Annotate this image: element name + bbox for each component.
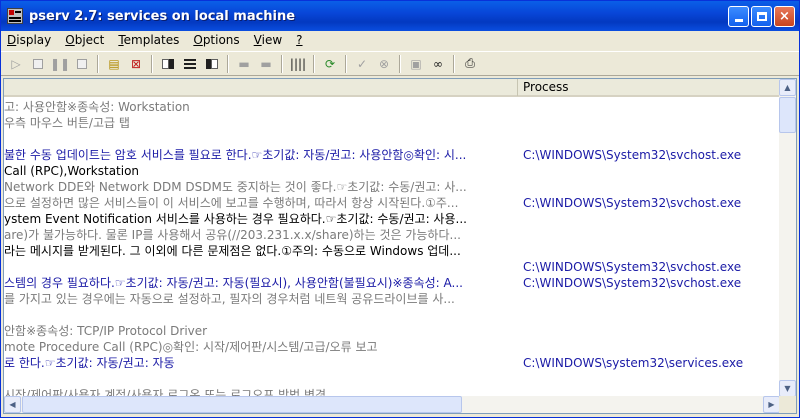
table-row[interactable]: C:\WINDOWS\System32\svchost.exe [4,259,780,275]
chevron-left-icon: ◀ [9,400,16,409]
row-process: C:\WINDOWS\System32\svchost.exe [523,276,742,290]
scroll-up-button[interactable]: ▲ [779,79,796,96]
column-header-process[interactable]: Process [518,79,780,96]
close-button[interactable]: × [774,6,795,27]
table-row[interactable]: 로 한다.☞초기값: 자동/권고: 자동 C:\WINDOWS\system32\… [4,355,780,371]
menu-object[interactable]: Object [65,33,104,47]
row-description: 안함※종속성: TCP/IP Protocol Driver [4,324,208,338]
maximize-icon [756,12,767,21]
menu-templates[interactable]: Templates [118,33,179,47]
minimize-button[interactable] [728,6,749,27]
split-left-icon[interactable] [157,53,179,75]
table-row[interactable]: 우측 마우스 버튼/고급 탭 [4,115,780,131]
menu-bar: Display Object Templates Options View ? [1,31,799,49]
menu-options[interactable]: Options [193,33,239,47]
app-icon[interactable] [7,8,23,24]
properties-new-icon[interactable]: ▤ [103,53,125,75]
row-process: C:\WINDOWS\System32\svchost.exe [523,196,742,210]
table-row[interactable]: 고: 사용안함※종속성: Workstation [4,99,780,115]
refresh-icon[interactable]: ⟳ [319,53,341,75]
row-description: 로 한다.☞초기값: 자동/권고: 자동 [4,356,175,370]
services-list[interactable]: Process 고: 사용안함※종속성: Workstation 우측 마우스 … [3,78,797,414]
row-process: C:\WINDOWS\System32\svchost.exe [523,148,742,162]
pause-box-icon[interactable] [27,53,49,75]
bars-fill-icon[interactable] [201,53,223,75]
printer-icon[interactable]: ⎙ [459,53,481,75]
window-title: pserv 2.7: services on local machine [29,8,296,24]
table-row[interactable]: Call (RPC),Workstation [4,163,780,179]
row-description: ystem Event Notification 서비스를 사용하는 경우 필요… [4,212,467,226]
row-process: C:\WINDOWS\System32\svchost.exe [523,260,742,274]
menu-help[interactable]: ? [296,33,302,47]
maximize-button[interactable] [751,6,772,27]
row-description: 고: 사용안함※종속성: Workstation [4,100,190,114]
menu-display[interactable]: Display [7,33,51,47]
chevron-up-icon: ▲ [784,83,791,92]
table-row[interactable]: are)가 불가능하다. 물론 IP를 사용해서 공유(//203.231.x.… [4,227,780,243]
scroll-left-button[interactable]: ◀ [4,396,21,413]
row-description: 라는 메시지를 받게된다. 그 이외에 다른 문제점은 없다.①주의: 수동으로… [4,244,461,258]
cancel-icon[interactable]: ⊗ [373,53,395,75]
title-bar[interactable]: pserv 2.7: services on local machine × [1,1,799,31]
table-row[interactable]: 으로 설정하면 많은 서비스들이 이 서비스에 보고를 수행하며, 따라서 항상… [4,195,780,211]
scroll-down-button[interactable]: ▼ [779,380,796,397]
row-description: are)가 불가능하다. 물론 IP를 사용해서 공유(//203.231.x.… [4,228,461,242]
stop-icon[interactable] [71,53,93,75]
minimize-icon [734,19,743,22]
table-row[interactable]: Network DDE와 Network DDM DSDM도 중지하는 것이 좋… [4,179,780,195]
row-description: Network DDE와 Network DDM DSDM도 중지하는 것이 좋… [4,180,467,194]
binoculars-icon[interactable]: ∞ [427,53,449,75]
table-row[interactable]: mote Procedure Call (RPC)◎확인: 시작/제어판/시스템… [4,339,780,355]
vertical-scroll-thumb[interactable] [779,97,796,133]
row-description: 우측 마우스 버튼/고급 탭 [4,116,130,130]
delete-icon[interactable]: ⊠ [125,53,147,75]
horizontal-scroll-thumb[interactable] [22,396,462,413]
close-icon: × [779,9,790,24]
list-rows: 고: 사용안함※종속성: Workstation 우측 마우스 버튼/고급 탭 … [4,99,780,397]
table-row[interactable] [4,371,780,387]
table-row[interactable]: 스템의 경우 필요하다.☞초기값: 자동/권고: 자동(필요시), 사용안함(불… [4,275,780,291]
table-row[interactable]: 안함※종속성: TCP/IP Protocol Driver [4,323,780,339]
size-grip[interactable] [779,396,796,413]
bars-icon[interactable] [179,53,201,75]
play-icon[interactable]: ▷ [5,53,27,75]
row-description: Call (RPC),Workstation [4,164,140,178]
table-row[interactable]: ystem Event Notification 서비스를 사용하는 경우 필요… [4,211,780,227]
list-header: Process [4,79,780,97]
row-description: 를 가지고 있는 경우에는 자동으로 설정하고, 필자의 경우처럼 네트웍 공유… [4,292,455,306]
row-description: 불한 수동 업데이트는 암호 서비스를 필요로 한다.☞초기값: 자동/권고: … [4,148,467,162]
pause-icon[interactable]: ❚❚ [49,53,71,75]
row-process: C:\WINDOWS\system32\services.exe [523,356,744,370]
table-row[interactable]: 라는 메시지를 받게된다. 그 이외에 다른 문제점은 없다.①주의: 수동으로… [4,243,780,259]
dash-bar-icon[interactable]: ▬ [255,53,277,75]
app-window: pserv 2.7: services on local machine × D… [0,0,800,418]
dash-icon[interactable]: ▬ [233,53,255,75]
barcode-icon[interactable]: |||| [287,53,309,75]
row-description: 으로 설정하면 많은 서비스들이 이 서비스에 보고를 수행하며, 따라서 항상… [4,196,459,210]
table-row[interactable]: 를 가지고 있는 경우에는 자동으로 설정하고, 필자의 경우처럼 네트웍 공유… [4,291,780,307]
check-icon[interactable]: ✓ [351,53,373,75]
menu-view[interactable]: View [254,33,282,47]
table-row[interactable] [4,131,780,147]
table-row[interactable] [4,307,780,323]
row-description: mote Procedure Call (RPC)◎확인: 시작/제어판/시스템… [4,340,378,354]
toolbar: ▷ ❚❚ ▤ ⊠ ▬ ▬ |||| ⟳ ✓ ⊗ ▣ ∞ ⎙ [1,51,799,76]
scroll-right-button[interactable]: ▶ [763,396,780,413]
server-icon[interactable]: ▣ [405,53,427,75]
horizontal-scrollbar[interactable]: ◀ ▶ [4,396,780,413]
vertical-scrollbar[interactable]: ▲ ▼ [779,79,796,397]
table-row[interactable]: 불한 수동 업데이트는 암호 서비스를 필요로 한다.☞초기값: 자동/권고: … [4,147,780,163]
row-description: 스템의 경우 필요하다.☞초기값: 자동/권고: 자동(필요시), 사용안함(불… [4,276,463,290]
chevron-right-icon: ▶ [768,400,775,409]
column-header-description[interactable] [4,79,518,96]
chevron-down-icon: ▼ [784,384,791,393]
